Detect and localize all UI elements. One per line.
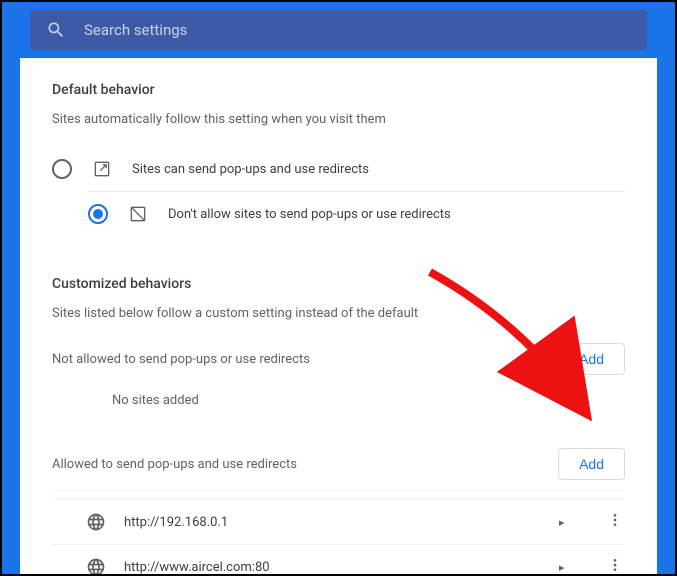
expand-arrow-icon[interactable]: ▸ [559, 516, 577, 529]
option-allow-popups[interactable]: Sites can send pop-ups and use redirects [52, 147, 625, 191]
not-allowed-empty: No sites added [52, 375, 625, 426]
globe-icon [86, 512, 106, 532]
popup-block-icon [128, 204, 148, 224]
site-more-button[interactable] [605, 512, 625, 532]
site-url: http://www.aircel.com:80 [124, 560, 559, 575]
customized-desc: Sites listed below follow a custom setti… [52, 306, 625, 321]
site-row[interactable]: http://www.aircel.com:80 ▸ [52, 544, 625, 574]
option-block-label: Don't allow sites to send pop-ups or use… [168, 207, 451, 222]
add-not-allowed-button[interactable]: Add [558, 343, 625, 375]
popup-allow-icon [92, 159, 112, 179]
default-behavior-desc: Sites automatically follow this setting … [52, 112, 625, 127]
search-icon [46, 20, 66, 40]
site-row[interactable]: http://192.168.0.1 ▸ [52, 499, 625, 544]
site-more-button[interactable] [605, 557, 625, 574]
globe-icon [86, 557, 106, 574]
site-url: http://192.168.0.1 [124, 515, 559, 530]
add-allowed-button[interactable]: Add [558, 448, 625, 480]
search-bar[interactable]: Search settings [30, 10, 647, 50]
option-block-popups[interactable]: Don't allow sites to send pop-ups or use… [88, 191, 625, 236]
search-placeholder: Search settings [84, 21, 187, 39]
default-behavior-title: Default behavior [52, 82, 625, 98]
customized-title: Customized behaviors [52, 276, 625, 292]
settings-content: Default behavior Sites automatically fol… [20, 58, 657, 574]
radio-selected-icon [88, 204, 108, 224]
expand-arrow-icon[interactable]: ▸ [559, 561, 577, 574]
option-allow-label: Sites can send pop-ups and use redirects [132, 162, 369, 177]
not-allowed-label: Not allowed to send pop-ups or use redir… [52, 352, 310, 367]
radio-unselected-icon [52, 159, 72, 179]
allowed-label: Allowed to send pop-ups and use redirect… [52, 457, 297, 472]
